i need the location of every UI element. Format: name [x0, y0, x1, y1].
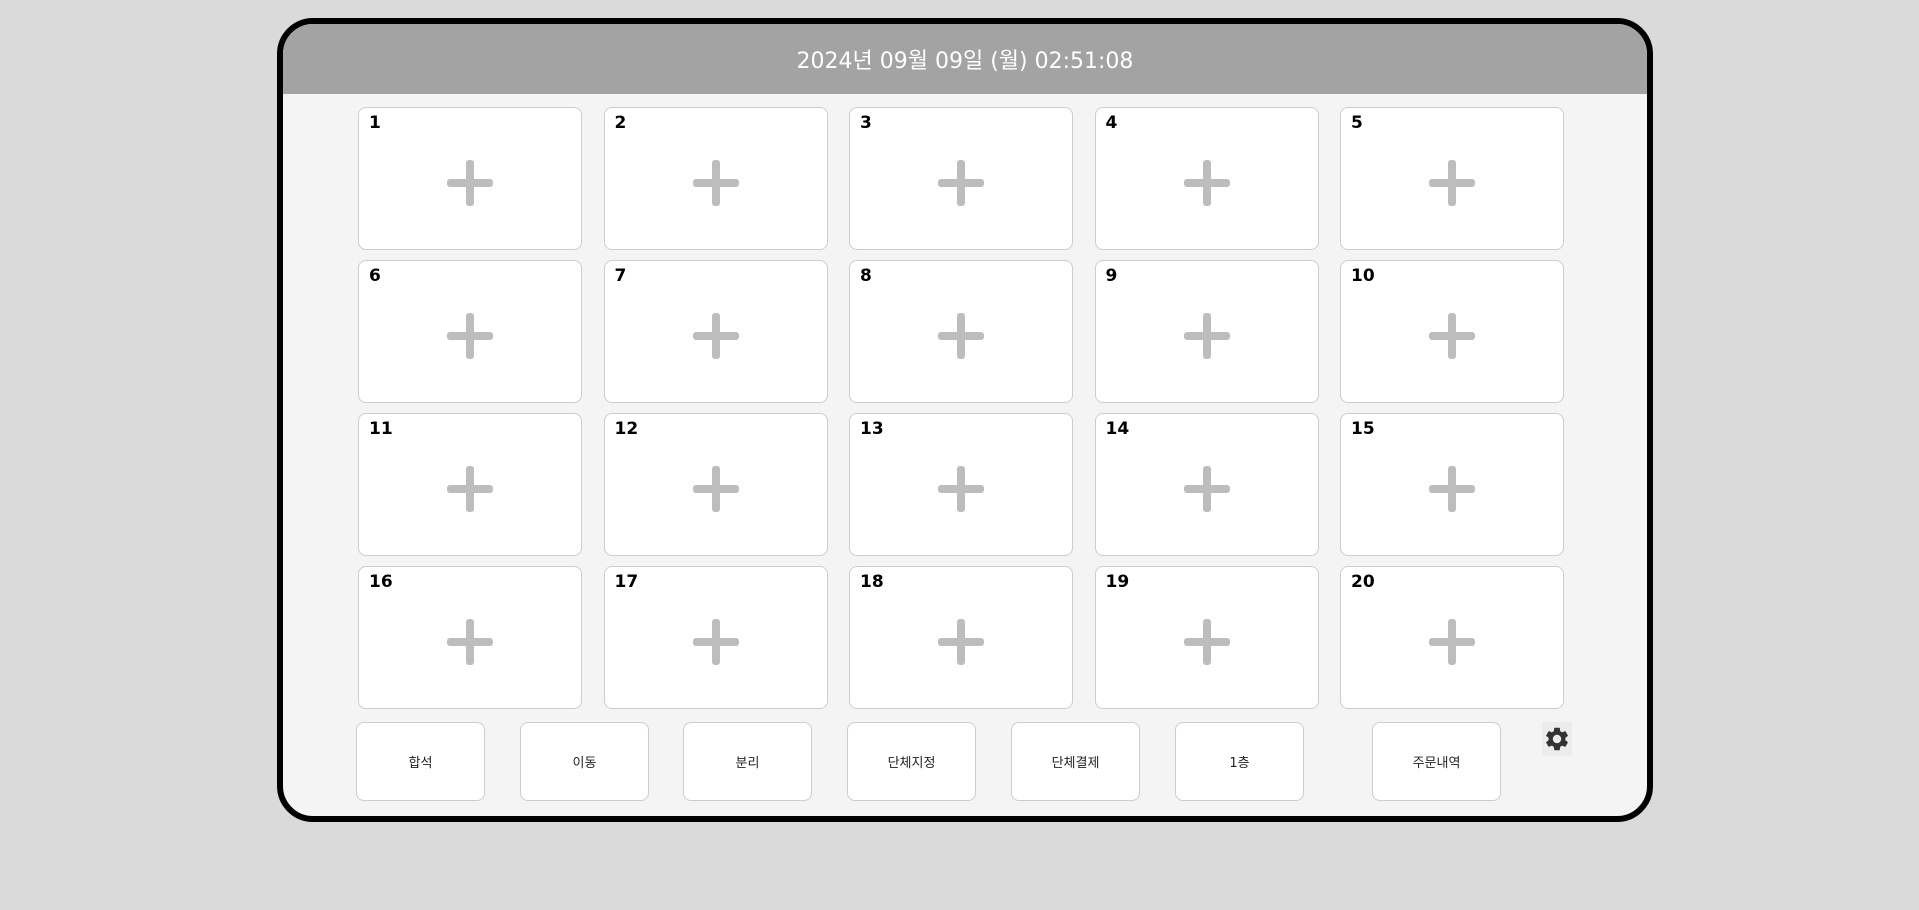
plus-icon [1429, 313, 1475, 359]
plus-icon [692, 619, 739, 665]
table-card-20[interactable]: 20 [1340, 566, 1564, 709]
table-card-1[interactable]: 1 [358, 107, 582, 250]
table-number: 17 [614, 572, 639, 592]
plus-icon [938, 466, 984, 512]
table-card-12[interactable]: 12 [603, 413, 828, 556]
split-button[interactable]: 분리 [683, 722, 812, 801]
table-number: 2 [614, 113, 627, 133]
table-card-16[interactable]: 16 [358, 566, 582, 709]
table-card-8[interactable]: 8 [849, 260, 1073, 403]
table-number: 5 [1351, 113, 1363, 133]
plus-icon [1183, 466, 1230, 512]
table-number: 6 [369, 266, 381, 286]
plus-icon [1429, 466, 1475, 512]
table-card-18[interactable]: 18 [849, 566, 1073, 709]
plus-icon [1183, 160, 1230, 206]
plus-icon [692, 160, 739, 206]
plus-icon [692, 466, 739, 512]
group-pay-button[interactable]: 단체결제 [1011, 722, 1140, 801]
plus-icon [1183, 619, 1230, 665]
plus-icon [692, 313, 739, 359]
table-number: 18 [860, 572, 884, 592]
table-number: 11 [369, 419, 393, 439]
gear-icon [1546, 727, 1568, 751]
plus-icon [447, 619, 493, 665]
plus-icon [938, 619, 984, 665]
table-number: 14 [1105, 419, 1130, 439]
table-number: 16 [369, 572, 393, 592]
group-assign-button[interactable]: 단체지정 [847, 722, 976, 801]
table-grid: 1 2 3 4 5 6 7 8 9 10 11 12 13 14 15 16 1… [358, 107, 1568, 709]
table-card-11[interactable]: 11 [358, 413, 582, 556]
table-card-10[interactable]: 10 [1340, 260, 1564, 403]
table-number: 19 [1105, 572, 1130, 592]
table-card-9[interactable]: 9 [1094, 260, 1319, 403]
merge-button[interactable]: 합석 [356, 722, 485, 801]
table-card-17[interactable]: 17 [603, 566, 828, 709]
action-toolbar: 합석 이동 분리 단체지정 단체결제 1층 주문내역 [283, 722, 1647, 802]
table-number: 4 [1105, 113, 1118, 133]
table-number: 20 [1351, 572, 1375, 592]
table-card-13[interactable]: 13 [849, 413, 1073, 556]
table-number: 7 [614, 266, 627, 286]
table-number: 1 [369, 113, 381, 133]
table-number: 13 [860, 419, 884, 439]
plus-icon [1429, 160, 1475, 206]
table-card-4[interactable]: 4 [1094, 107, 1319, 250]
plus-icon [1429, 619, 1475, 665]
table-number: 8 [860, 266, 872, 286]
table-number: 12 [614, 419, 639, 439]
table-number: 9 [1105, 266, 1118, 286]
table-card-15[interactable]: 15 [1340, 413, 1564, 556]
order-history-button[interactable]: 주문내역 [1372, 722, 1501, 801]
table-card-2[interactable]: 2 [603, 107, 828, 250]
plus-icon [447, 160, 493, 206]
table-card-5[interactable]: 5 [1340, 107, 1564, 250]
current-datetime: 2024년 09월 09일 (월) 02:51:08 [796, 49, 1134, 74]
pos-frame: 2024년 09월 09일 (월) 02:51:08 1 2 3 4 5 6 7… [277, 18, 1653, 822]
plus-icon [1183, 313, 1230, 359]
plus-icon [447, 466, 493, 512]
table-card-6[interactable]: 6 [358, 260, 582, 403]
table-card-3[interactable]: 3 [849, 107, 1073, 250]
floor-button[interactable]: 1층 [1175, 722, 1304, 801]
plus-icon [447, 313, 493, 359]
table-card-19[interactable]: 19 [1094, 566, 1319, 709]
header-bar: 2024년 09월 09일 (월) 02:51:08 [283, 24, 1647, 94]
table-card-14[interactable]: 14 [1094, 413, 1319, 556]
table-card-7[interactable]: 7 [603, 260, 828, 403]
move-button[interactable]: 이동 [520, 722, 649, 801]
plus-icon [938, 313, 984, 359]
plus-icon [938, 160, 984, 206]
table-number: 3 [860, 113, 872, 133]
table-number: 15 [1351, 419, 1375, 439]
settings-button[interactable] [1542, 722, 1572, 756]
table-number: 10 [1351, 266, 1375, 286]
